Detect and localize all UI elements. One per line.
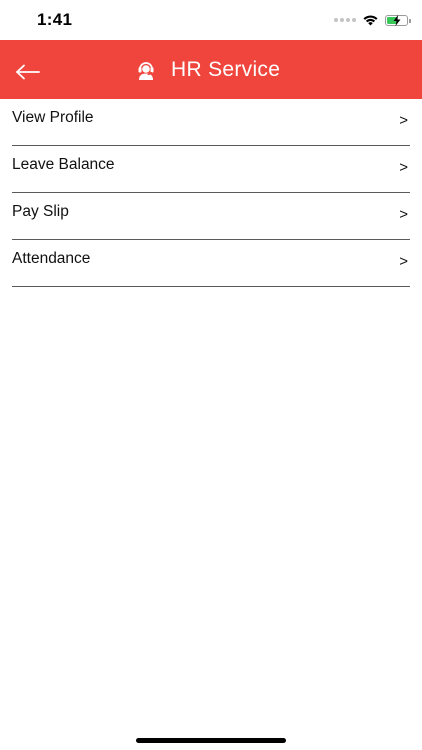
- home-indicator[interactable]: [136, 738, 286, 743]
- app-header: HR Service: [0, 40, 422, 99]
- back-button[interactable]: [12, 58, 44, 86]
- support-agent-icon: [135, 59, 157, 81]
- chevron-right-icon: >: [399, 253, 408, 270]
- menu-item-view-profile[interactable]: View Profile >: [12, 99, 410, 146]
- chevron-right-icon: >: [399, 159, 408, 176]
- menu-item-label: View Profile: [12, 109, 94, 126]
- signal-icon: [334, 18, 356, 22]
- chevron-right-icon: >: [399, 206, 408, 223]
- menu-item-attendance[interactable]: Attendance >: [12, 240, 410, 287]
- menu-item-label: Leave Balance: [12, 156, 115, 173]
- header-title-group: HR Service: [135, 40, 280, 99]
- chevron-right-icon: >: [399, 112, 408, 129]
- hr-service-menu: View Profile > Leave Balance > Pay Slip …: [12, 99, 410, 287]
- menu-item-leave-balance[interactable]: Leave Balance >: [12, 146, 410, 193]
- menu-item-label: Pay Slip: [12, 203, 69, 220]
- status-bar: 1:41: [0, 0, 422, 40]
- status-time: 1:41: [37, 10, 73, 29]
- status-indicators: [334, 12, 411, 28]
- battery-charging-icon: [385, 14, 411, 26]
- menu-item-pay-slip[interactable]: Pay Slip >: [12, 193, 410, 240]
- page-title: HR Service: [171, 57, 281, 81]
- wifi-icon: [363, 15, 378, 26]
- menu-item-label: Attendance: [12, 250, 91, 267]
- arrow-left-icon: [16, 64, 40, 80]
